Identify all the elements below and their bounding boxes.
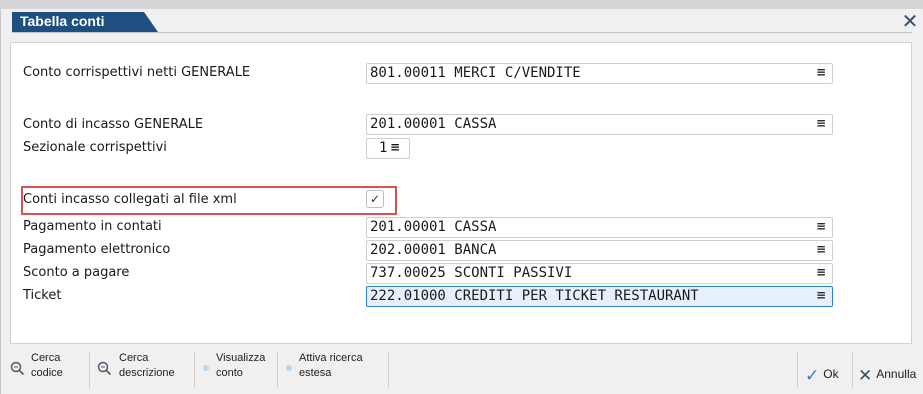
pagamento-contanti-label: Pagamento in contati [23,219,162,234]
attiva-ricerca-button[interactable]: Attiva ricerca estesa [286,351,386,389]
cerca-descrizione-button[interactable]: Cerca descrizione [97,351,193,389]
lookup-icon[interactable]: ≡ [816,219,826,233]
pagamento-elettronico-value: 202.00001 BANCA [370,242,497,258]
cerca-codice-button[interactable]: Cerca codice [10,351,86,389]
check-icon: ✓ [805,366,820,385]
pagamento-contanti-field[interactable]: 201.00001 CASSA ≡ [366,217,833,238]
lookup-icon[interactable]: ≡ [816,288,826,302]
lookup-icon[interactable]: ≡ [816,242,826,256]
title-bar: Tabella conti ✕ [1,9,923,33]
visualizza-conto-button[interactable]: Visualizza conto [203,351,273,389]
toolbar-separator [852,352,853,388]
incasso-generale-field[interactable]: 201.00001 CASSA ≡ [366,114,833,135]
close-icon[interactable]: ✕ [899,10,921,32]
visualizza-line2: conto [216,367,243,379]
sconto-pagare-label: Sconto a pagare [23,265,130,280]
cerca-codice-line2: codice [31,367,63,379]
close-icon: ✕ [858,366,873,385]
sconto-pagare-value: 737.00025 SCONTI PASSIVI [370,265,573,281]
toolbar-separator [797,352,798,388]
toolbar-separator [388,352,389,388]
dialog-window: Tabella conti ✕ Conto corrispettivi nett… [0,9,923,394]
cerca-codice-line1: Cerca [31,352,61,364]
toolbar-separator [89,352,90,388]
form-panel: Conto corrispettivi netti GENERALE 801.0… [10,42,912,344]
ticket-label: Ticket [23,288,62,303]
corrispettivi-netti-label: Conto corrispettivi netti GENERALE [23,65,251,80]
attiva-line1: Attiva ricerca [299,352,363,364]
incasso-generale-value: 201.00001 CASSA [370,116,497,132]
sezionale-field[interactable]: 1 ≡ [366,138,410,159]
corrispettivi-netti-field[interactable]: 801.00011 MERCI C/VENDITE ≡ [366,63,833,84]
title-divider [12,32,912,33]
pagamento-elettronico-label: Pagamento elettronico [23,242,171,257]
toolbar-separator [277,352,278,388]
sezionale-value: 1 [379,140,388,156]
cerca-descrizione-line1: Cerca [119,352,149,364]
incasso-generale-label: Conto di incasso GENERALE [23,117,204,132]
dialog-title: Tabella conti [20,13,105,29]
background-strip [0,0,923,9]
ticket-value: 222.01000 CREDITI PER TICKET RESTAURANT [370,288,699,304]
sezionale-label: Sezionale corrispettivi [23,140,167,155]
pagamento-elettronico-field[interactable]: 202.00001 BANCA ≡ [366,240,833,261]
lookup-icon[interactable]: ≡ [816,265,826,279]
title-tab: Tabella conti [12,12,158,32]
search-icon [97,361,112,380]
lookup-icon[interactable]: ≡ [816,116,826,130]
lookup-icon[interactable]: ≡ [816,65,826,79]
ok-button[interactable]: ✓ Ok [805,366,839,386]
pagamento-contanti-value: 201.00001 CASSA [370,219,497,235]
lookup-icon[interactable]: ≡ [390,140,400,154]
cerca-descrizione-line2: descrizione [119,367,175,379]
dot-icon [203,365,209,371]
toolbar-separator [194,352,195,388]
bottom-toolbar: Cerca codice Cerca descrizione Visualizza c… [1,346,923,394]
ok-label: Ok [823,367,839,381]
conti-collegati-label: Conti incasso collegati al file xml [23,192,237,207]
search-icon [10,361,25,380]
annulla-label: Annulla [876,367,917,381]
sconto-pagare-field[interactable]: 737.00025 SCONTI PASSIVI ≡ [366,263,833,284]
attiva-line2: estesa [299,367,332,379]
visualizza-line1: Visualizza [216,352,266,364]
annulla-button[interactable]: ✕ Annulla [858,366,916,386]
dot-icon [286,365,292,371]
corrispettivi-netti-value: 801.00011 MERCI C/VENDITE [370,65,581,81]
ticket-field[interactable]: 222.01000 CREDITI PER TICKET RESTAURANT … [366,286,833,307]
conti-collegati-checkbox[interactable]: ✓ [366,190,384,208]
